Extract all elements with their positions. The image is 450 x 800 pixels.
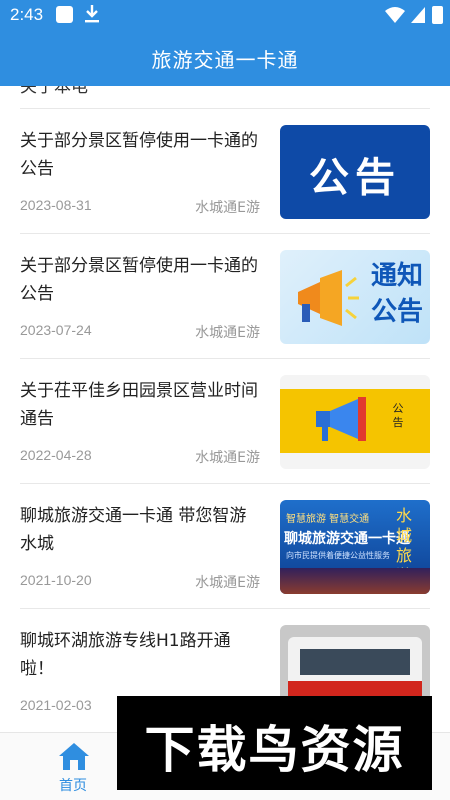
wifi-icon [385, 7, 405, 23]
square-notification-icon [56, 6, 73, 23]
news-thumbnail: 公告 [280, 125, 430, 219]
download-icon [85, 5, 99, 23]
news-date: 2022-04-28 [20, 447, 92, 463]
news-date: 2023-07-24 [20, 322, 92, 338]
battery-icon [432, 6, 443, 24]
tab-home[interactable]: 首页 [48, 775, 98, 795]
divider [20, 483, 430, 484]
bus-window [300, 649, 410, 675]
news-source: 水城通E游 [195, 200, 260, 216]
watermark-banner: 下载鸟资源 [117, 696, 432, 790]
megaphone-icon [298, 270, 359, 326]
status-bar: 2:43 [0, 0, 450, 30]
divider [20, 233, 430, 234]
list-item[interactable]: 关于部分景区暂停使用一卡通的公告 2023-08-31 水城通E游 公告 [0, 111, 450, 235]
status-time: 2:43 [10, 5, 44, 24]
divider [20, 108, 430, 109]
list-item[interactable]: 关于部分景区暂停使用一卡通的公告 2023-07-24 水城通E游 通知公告 [0, 236, 450, 360]
news-source: 水城通E游 [195, 325, 260, 341]
news-list[interactable]: 关于本电 关于部分景区暂停使用一卡通的公告 2023-08-31 水城通E游 公… [0, 86, 450, 732]
news-date: 2023-08-31 [20, 197, 92, 213]
thumbnail-slogan: 智慧旅游 智慧交通 [286, 514, 370, 525]
app-bar: 旅游交通一卡通 [0, 30, 450, 86]
news-title: 关于部分景区暂停使用一卡通的公告 [20, 131, 258, 179]
news-title: 关于茌平佳乡田园景区营业时间通告 [20, 381, 258, 429]
news-source: 水城通E游 [195, 450, 260, 466]
news-source: 水城通E游 [195, 575, 260, 591]
news-title: 聊城环湖旅游专线H1路开通啦！ [20, 631, 231, 679]
thumbnail-text: 通知公告 [370, 261, 423, 327]
thumbnail-headline: 聊城旅游交通一卡通 [284, 531, 410, 547]
thumbnail-cityscape [280, 568, 430, 594]
thumbnail-text: 公告 [309, 155, 401, 201]
divider [20, 358, 430, 359]
watermark-text: 下载鸟资源 [144, 721, 405, 779]
news-date: 2021-02-03 [20, 697, 92, 713]
page-title: 旅游交通一卡通 [151, 48, 299, 72]
list-item[interactable]: 关于茌平佳乡田园景区营业时间通告 2022-04-28 水城通E游 公告 [0, 361, 450, 485]
bus-ribbon [288, 681, 422, 697]
divider [20, 608, 430, 609]
news-title: 聊城旅游交通一卡通 带您智游水城 [20, 506, 247, 554]
list-item[interactable]: 聊城旅游交通一卡通 带您智游水城 2021-10-20 水城通E游 智慧旅游 智… [0, 486, 450, 610]
signal-icon [411, 7, 425, 23]
news-thumbnail: 公告 [280, 375, 430, 469]
news-title: 关于部分景区暂停使用一卡通的公告 [20, 256, 258, 304]
news-thumbnail: 智慧旅游 智慧交通 聊城旅游交通一卡通 向市民提供着便捷公益性服务 水城旅游 [280, 500, 430, 594]
thumbnail-text: 公告 [392, 402, 404, 429]
partial-list-item-title: 关于本电 [20, 86, 88, 97]
thumbnail-caption: 向市民提供着便捷公益性服务 [286, 551, 390, 560]
news-date: 2021-10-20 [20, 572, 92, 588]
home-icon[interactable] [57, 741, 91, 771]
megaphone-icon [316, 397, 366, 441]
news-thumbnail: 通知公告 [280, 250, 430, 344]
